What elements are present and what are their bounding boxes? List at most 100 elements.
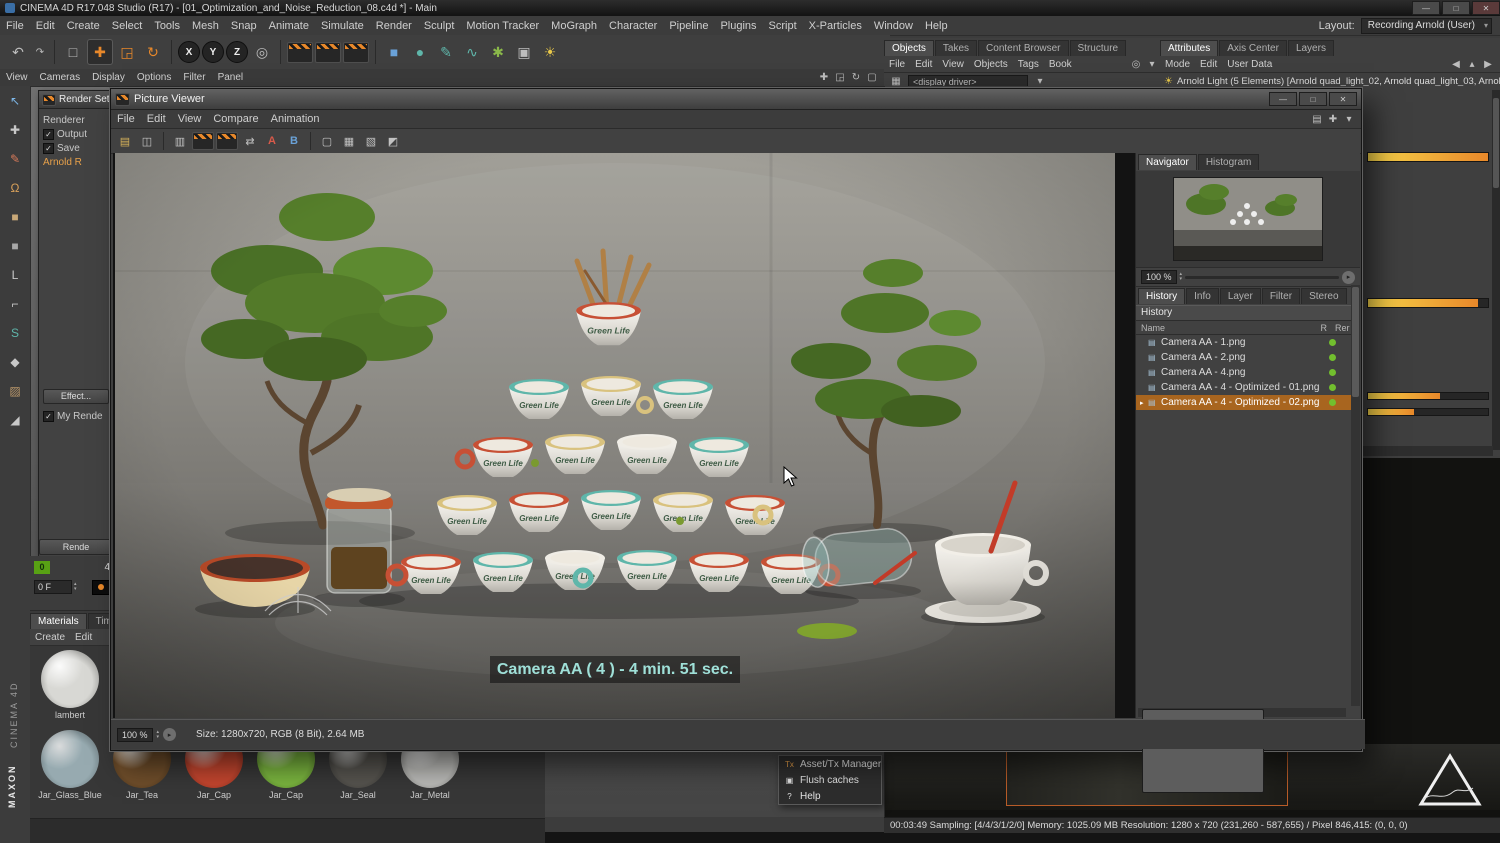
menu-mograph[interactable]: MoGraph: [545, 16, 603, 35]
nav-up-icon[interactable]: ▴: [1464, 52, 1480, 76]
context-item-help[interactable]: ? Help: [779, 788, 881, 804]
spline-pen-icon[interactable]: ✎: [434, 40, 458, 64]
renderer-label[interactable]: Renderer: [43, 115, 85, 126]
compare-b-icon[interactable]: [216, 132, 238, 150]
nav-forward-icon[interactable]: ▶: [1480, 52, 1496, 76]
attr-menu-user-data[interactable]: User Data: [1222, 56, 1277, 72]
column-name[interactable]: Name: [1141, 323, 1165, 333]
vp-menu-panel[interactable]: Panel: [212, 69, 250, 86]
paint-icon[interactable]: ▨: [4, 380, 26, 402]
live-selection-icon[interactable]: □: [61, 40, 85, 64]
render-button[interactable]: Rende: [39, 539, 113, 555]
tab-history[interactable]: History: [1138, 288, 1185, 304]
pv-panel-menu-icon[interactable]: ▾: [1341, 107, 1357, 131]
effect-button[interactable]: Effect...: [43, 389, 109, 404]
layout-grid-icon[interactable]: ▥: [170, 132, 190, 150]
layout-select[interactable]: Recording Arnold (User): [1361, 18, 1492, 34]
menu-select[interactable]: Select: [106, 16, 149, 35]
move-tool-icon[interactable]: ✚: [87, 39, 113, 65]
materials-menu-edit[interactable]: Edit: [70, 629, 97, 645]
x-axis-button[interactable]: X: [178, 41, 200, 63]
scale-tool-icon[interactable]: ◲: [115, 40, 139, 64]
pv-maximize-button[interactable]: □: [1299, 92, 1327, 106]
filmstrip-view-icon[interactable]: ▧: [361, 132, 381, 150]
pv-close-button[interactable]: ✕: [1329, 92, 1357, 106]
history-row[interactable]: ▤ Camera AA - 4.png: [1136, 365, 1360, 380]
menu-help[interactable]: Help: [919, 16, 954, 35]
attr-menu-mode[interactable]: Mode: [1160, 56, 1195, 72]
grid-view-icon[interactable]: ▦: [339, 132, 359, 150]
objects-menu-objects[interactable]: Objects: [969, 56, 1013, 72]
render-picture-viewer-button[interactable]: [315, 42, 341, 63]
tab-filter[interactable]: Filter: [1262, 288, 1300, 304]
spline-icon[interactable]: ∿: [460, 40, 484, 64]
parameter-slider[interactable]: [1367, 392, 1489, 400]
zoom-fit-button[interactable]: ▸: [163, 728, 176, 741]
frame-field[interactable]: 0 F: [34, 580, 72, 594]
minimize-button[interactable]: —: [1412, 1, 1440, 15]
navigator-thumbnail[interactable]: [1173, 177, 1323, 261]
nav-zoom-value[interactable]: 100 %: [1141, 270, 1177, 284]
light-icon[interactable]: ☀: [538, 40, 562, 64]
menu-xparticles[interactable]: X-Particles: [803, 16, 868, 35]
rs-item-save[interactable]: ✓ Save: [39, 141, 113, 155]
vp-menu-display[interactable]: Display: [86, 69, 131, 86]
material-sphere[interactable]: [41, 730, 99, 788]
timeline-start[interactable]: 0: [34, 561, 50, 574]
view-pan-icon[interactable]: ✚: [816, 66, 832, 90]
search-icon[interactable]: ◎: [1128, 52, 1144, 76]
menu-render[interactable]: Render: [370, 16, 418, 35]
undo-icon[interactable]: ↶: [6, 40, 30, 64]
tab-objects[interactable]: Objects: [884, 40, 934, 56]
materials-scroll-area[interactable]: [30, 818, 545, 843]
render-view-button[interactable]: [287, 42, 313, 63]
zoom-stepper[interactable]: ▴▾: [157, 730, 160, 740]
menu-motion-tracker[interactable]: Motion Tracker: [460, 16, 545, 35]
tab-stereo[interactable]: Stereo: [1301, 288, 1346, 304]
s-spline-icon[interactable]: S: [4, 322, 26, 344]
objects-menu-bookmarks[interactable]: Book: [1044, 56, 1077, 72]
record-key-button[interactable]: [92, 580, 110, 595]
fullscreen-icon[interactable]: ▢: [317, 132, 337, 150]
select-arrow-icon[interactable]: ↖: [4, 90, 26, 112]
view-rotate-icon[interactable]: ↻: [848, 66, 864, 90]
coordinate-system-icon[interactable]: ◎: [250, 40, 274, 64]
material-item[interactable]: lambert: [36, 650, 104, 720]
rs-item-output[interactable]: ✓ Output: [39, 127, 113, 141]
split-view-icon[interactable]: ◩: [383, 132, 403, 150]
spline-l-icon[interactable]: L: [4, 264, 26, 286]
menu-pipeline[interactable]: Pipeline: [663, 16, 714, 35]
pv-minimize-button[interactable]: —: [1269, 92, 1297, 106]
tab-axis-center[interactable]: Axis Center: [1219, 40, 1287, 56]
tab-content-browser[interactable]: Content Browser: [978, 40, 1068, 56]
save-checkbox[interactable]: ✓: [43, 143, 54, 154]
objects-menu-edit[interactable]: Edit: [910, 56, 937, 72]
parameter-slider[interactable]: [1367, 408, 1489, 416]
menu-edit[interactable]: Edit: [30, 16, 61, 35]
tab-structure[interactable]: Structure: [1070, 40, 1127, 56]
hook-icon[interactable]: ⌐: [4, 293, 26, 315]
picture-viewer-titlebar[interactable]: Picture Viewer — □ ✕: [111, 89, 1361, 110]
parameter-slider[interactable]: [1367, 152, 1489, 162]
channel-a-icon[interactable]: A: [262, 132, 282, 150]
render-settings-button[interactable]: [343, 42, 369, 63]
rendered-image-container[interactable]: Green Life: [115, 153, 1115, 718]
vp-menu-options[interactable]: Options: [131, 69, 177, 86]
right-scrollbar[interactable]: [1492, 90, 1500, 450]
camera-icon[interactable]: ▣: [512, 40, 536, 64]
vp-menu-filter[interactable]: Filter: [177, 69, 211, 86]
swap-ab-icon[interactable]: ⇄: [240, 132, 260, 150]
menu-plugins[interactable]: Plugins: [714, 16, 762, 35]
filter-dropdown-icon[interactable]: ▾: [1144, 52, 1160, 76]
my-renderer-row[interactable]: ✓ My Rende: [39, 409, 121, 423]
vp-menu-view[interactable]: View: [0, 69, 34, 86]
open-file-icon[interactable]: ▤: [115, 132, 135, 150]
context-item-flush-caches[interactable]: ▣ Flush caches: [779, 772, 881, 788]
rendered-image[interactable]: Green Life: [115, 153, 1115, 718]
history-row[interactable]: ▤ Camera AA - 4 - Optimized - 01.png: [1136, 380, 1360, 395]
menu-snap[interactable]: Snap: [225, 16, 263, 35]
axis-lock-icon[interactable]: ◆: [4, 351, 26, 373]
tab-materials[interactable]: Materials: [30, 613, 87, 629]
knife-icon[interactable]: ◢: [4, 409, 26, 431]
cube-model-icon[interactable]: ■: [4, 206, 26, 228]
